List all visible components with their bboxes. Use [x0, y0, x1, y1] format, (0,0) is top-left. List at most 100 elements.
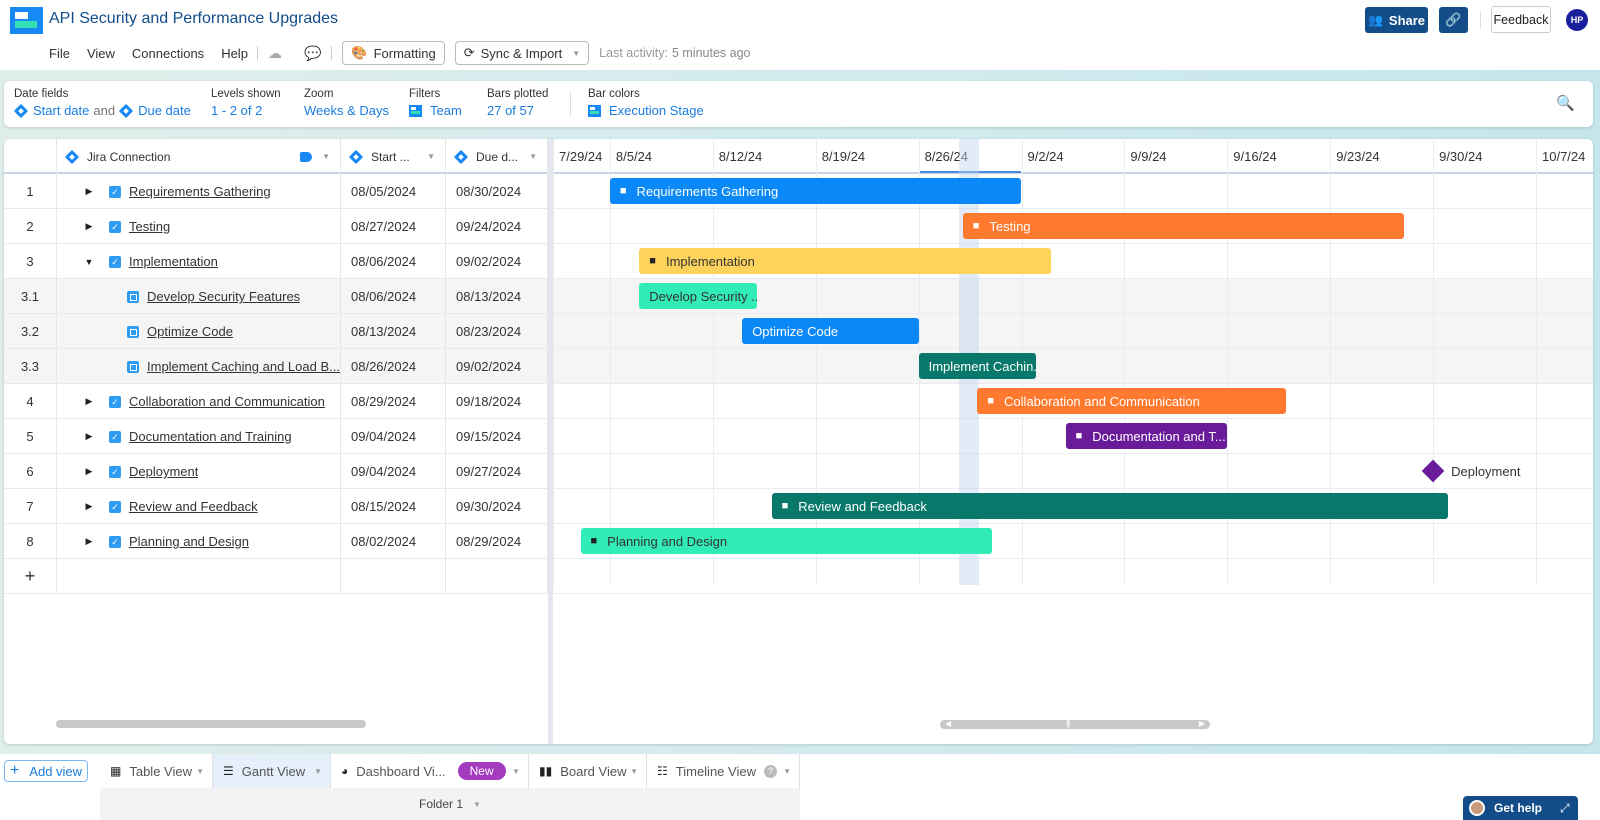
- column-header-name[interactable]: Jira Connection ▼: [57, 139, 341, 174]
- expand-icon[interactable]: ▶: [83, 466, 95, 477]
- date-fields-setting[interactable]: Date fields Start date and Due date: [13, 88, 191, 118]
- task-checkbox[interactable]: ✓: [109, 185, 121, 198]
- due-date-cell[interactable]: 09/15/2024: [446, 419, 548, 454]
- chevron-down-icon[interactable]: ▼: [630, 767, 638, 776]
- collapse-icon[interactable]: ▼: [83, 257, 95, 267]
- levels-shown-setting[interactable]: Levels shown 1 - 2 of 2: [211, 88, 281, 118]
- task-name-cell[interactable]: ▶ ✓ Planning and Design: [57, 524, 341, 559]
- start-date-cell[interactable]: 08/06/2024: [341, 279, 446, 314]
- sync-import-button[interactable]: ⟳ Sync & Import ▼: [454, 41, 590, 65]
- task-name-cell[interactable]: Implement Caching and Load B...: [57, 349, 341, 384]
- start-date-cell[interactable]: 08/06/2024: [341, 244, 446, 279]
- start-date-cell[interactable]: 08/29/2024: [341, 384, 446, 419]
- share-button[interactable]: 👥 Share: [1365, 7, 1428, 33]
- due-date-cell[interactable]: 09/24/2024: [446, 209, 548, 244]
- week-tick-label[interactable]: 8/12/24: [719, 149, 762, 164]
- start-date-field[interactable]: Start date: [33, 103, 89, 118]
- start-date-cell[interactable]: 08/13/2024: [341, 314, 446, 349]
- project-title[interactable]: API Security and Performance Upgrades: [49, 10, 338, 28]
- table-row[interactable]: 3.2 Optimize Code 08/13/2024 08/23/2024: [4, 314, 548, 349]
- feedback-button[interactable]: Feedback: [1491, 6, 1551, 33]
- zoom-setting[interactable]: Zoom Weeks & Days: [304, 88, 389, 118]
- table-row[interactable]: 3.3 Implement Caching and Load B... 08/26/…: [4, 349, 548, 384]
- task-checkbox[interactable]: ✓: [109, 430, 121, 443]
- week-tick-label[interactable]: 10/7/24: [1542, 149, 1585, 164]
- task-checkbox[interactable]: ✓: [109, 220, 121, 233]
- task-checkbox[interactable]: ✓: [109, 500, 121, 513]
- gantt-bar[interactable]: Optimize Code: [742, 318, 919, 344]
- scroll-left-icon[interactable]: ◀: [945, 719, 951, 728]
- table-row[interactable]: 5 ▶ ✓ Documentation and Training 09/04/2024 0…: [4, 419, 548, 454]
- start-date-cell[interactable]: 09/04/2024: [341, 419, 446, 454]
- task-checkbox[interactable]: ✓: [109, 535, 121, 548]
- menu-connections[interactable]: Connections: [132, 46, 204, 61]
- gantt-bar[interactable]: Implement Cachin...: [918, 353, 1037, 379]
- task-name-link[interactable]: Documentation and Training: [129, 429, 292, 444]
- week-tick-label[interactable]: 9/16/24: [1233, 149, 1276, 164]
- expand-icon[interactable]: ⤢: [1560, 801, 1570, 816]
- add-view-button[interactable]: + Add view: [4, 760, 88, 782]
- tab-board-view[interactable]: ▮▮ Board View ▼: [529, 754, 647, 788]
- expand-icon[interactable]: ▶: [83, 396, 95, 407]
- start-date-cell[interactable]: 09/04/2024: [341, 454, 446, 489]
- gantt-bar[interactable]: ■ Requirements Gathering: [609, 178, 1022, 204]
- week-tick-label[interactable]: 8/19/24: [822, 149, 865, 164]
- task-name-link[interactable]: Requirements Gathering: [129, 184, 271, 199]
- bars-plotted-value[interactable]: 27 of 57: [487, 103, 548, 118]
- column-header-due[interactable]: Due d... ▼: [446, 139, 548, 174]
- task-name-link[interactable]: Deployment: [129, 464, 198, 479]
- expand-icon[interactable]: ▶: [83, 431, 95, 442]
- menu-view[interactable]: View: [87, 46, 115, 61]
- tab-dashboard-view[interactable]: ◕ Dashboard Vi... New ▼: [331, 754, 529, 788]
- zoom-value[interactable]: Weeks & Days: [304, 103, 389, 118]
- table-row[interactable]: 6 ▶ ✓ Deployment 09/04/2024 09/27/2024: [4, 454, 548, 489]
- chevron-down-icon[interactable]: ▼: [314, 767, 322, 776]
- menu-help[interactable]: Help: [221, 46, 248, 61]
- task-name-cell[interactable]: ▶ ✓ Requirements Gathering: [57, 174, 341, 209]
- get-help-button[interactable]: Get help ⤢: [1463, 796, 1578, 820]
- menu-file[interactable]: File: [49, 46, 70, 61]
- grid-horizontal-scrollbar[interactable]: [56, 720, 366, 728]
- task-name-link[interactable]: Planning and Design: [129, 534, 249, 549]
- copy-link-button[interactable]: 🔗: [1439, 7, 1468, 33]
- expand-icon[interactable]: ▶: [83, 186, 95, 197]
- task-name-link[interactable]: Collaboration and Communication: [129, 394, 325, 409]
- start-date-cell[interactable]: 08/26/2024: [341, 349, 446, 384]
- table-row[interactable]: 8 ▶ ✓ Planning and Design 08/02/2024 08/29/20…: [4, 524, 548, 559]
- expand-icon[interactable]: ▶: [83, 221, 95, 232]
- gantt-bar[interactable]: Develop Security ...: [639, 283, 757, 309]
- task-name-cell[interactable]: ▼ ✓ Implementation: [57, 244, 341, 279]
- chevron-down-icon[interactable]: ▼: [783, 767, 791, 776]
- task-name-cell[interactable]: Develop Security Features: [57, 279, 341, 314]
- bar-colors-setting[interactable]: Bar colors Execution Stage: [588, 88, 704, 118]
- due-date-cell[interactable]: 09/02/2024: [446, 349, 548, 384]
- bars-plotted-setting[interactable]: Bars plotted 27 of 57: [487, 88, 548, 118]
- table-row[interactable]: 7 ▶ ✓ Review and Feedback 08/15/2024 09/30/20…: [4, 489, 548, 524]
- table-row[interactable]: 4 ▶ ✓ Collaboration and Communication 08/29/…: [4, 384, 548, 419]
- task-name-cell[interactable]: ▶ ✓ Review and Feedback: [57, 489, 341, 524]
- task-name-link[interactable]: Develop Security Features: [147, 289, 300, 304]
- task-checkbox[interactable]: ✓: [109, 465, 121, 478]
- task-checkbox[interactable]: ✓: [109, 255, 121, 268]
- task-name-link[interactable]: Implement Caching and Load B...: [147, 359, 340, 374]
- week-tick-label[interactable]: 9/2/24: [1028, 149, 1064, 164]
- due-date-cell[interactable]: 08/13/2024: [446, 279, 548, 314]
- comments-icon[interactable]: 💬: [304, 45, 321, 62]
- gantt-bar[interactable]: ■ Collaboration and Communication: [977, 388, 1287, 414]
- filters-value[interactable]: Team: [430, 103, 462, 118]
- search-icon[interactable]: 🔍: [1556, 94, 1575, 112]
- table-row[interactable]: 3 ▼ ✓ Implementation 08/06/2024 09/02/2024: [4, 244, 548, 279]
- table-row[interactable]: 3.1 Develop Security Features 08/06/2024 08…: [4, 279, 548, 314]
- chevron-down-icon[interactable]: ▼: [529, 152, 537, 161]
- gantt-bar[interactable]: ■ Planning and Design: [580, 528, 993, 554]
- levels-shown-value[interactable]: 1 - 2 of 2: [211, 103, 281, 118]
- due-date-field[interactable]: Due date: [138, 103, 191, 118]
- task-name-link[interactable]: Testing: [129, 219, 170, 234]
- due-date-cell[interactable]: 08/29/2024: [446, 524, 548, 559]
- gantt-bar[interactable]: ■ Documentation and T...: [1065, 423, 1228, 449]
- tab-timeline-view[interactable]: ☷ Timeline View ? ▼: [647, 754, 800, 788]
- scroll-right-icon[interactable]: ▶: [1199, 719, 1205, 728]
- start-date-cell[interactable]: 08/02/2024: [341, 524, 446, 559]
- task-name-link[interactable]: Review and Feedback: [129, 499, 258, 514]
- gantt-bar[interactable]: ■ Review and Feedback: [771, 493, 1448, 519]
